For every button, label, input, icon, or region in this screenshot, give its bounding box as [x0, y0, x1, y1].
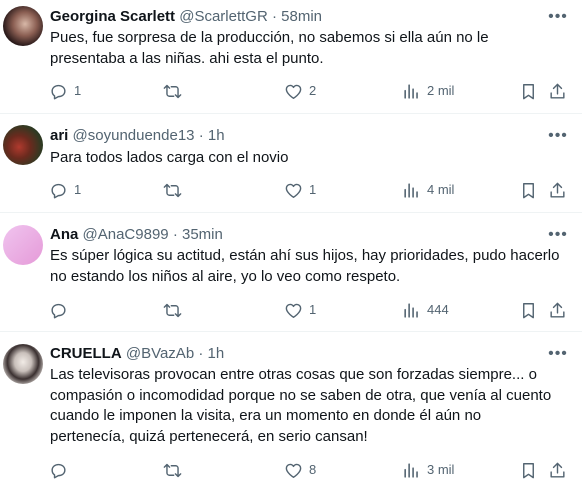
views-count: 3 mil [427, 462, 455, 477]
views-icon [404, 302, 418, 318]
share-button[interactable] [548, 299, 567, 321]
views-icon [404, 182, 418, 198]
like-button[interactable]: 8 [284, 459, 316, 481]
like-button[interactable]: 2 [284, 80, 316, 102]
views-button[interactable]: 444 [402, 299, 449, 321]
like-count: 2 [309, 83, 317, 98]
bookmark-icon [523, 83, 534, 99]
tweet[interactable]: ari @soyunduende13 · 1h ••• Para todos l… [0, 114, 582, 213]
tweet-header: ari @soyunduende13 · 1h [50, 126, 542, 146]
reply-icon [51, 84, 66, 99]
avatar[interactable] [3, 344, 43, 384]
retweet-button[interactable] [163, 299, 188, 321]
heart-icon [285, 303, 302, 318]
action-bar: 1 1 4 mil [0, 179, 582, 201]
action-bar: 1 2 2 mil [0, 80, 582, 102]
tweet[interactable]: CRUELLA @BVazAb · 1h ••• Las televisoras… [0, 332, 582, 491]
share-icon [550, 83, 565, 99]
share-button[interactable] [548, 179, 567, 201]
retweet-icon [163, 84, 182, 98]
avatar[interactable] [3, 125, 43, 165]
author-handle[interactable]: @BVazAb [126, 345, 194, 362]
share-button[interactable] [548, 459, 567, 481]
tweet-text: Es súper lógica su actitud, están ahí su… [50, 247, 560, 285]
bookmark-button[interactable] [519, 299, 538, 321]
reply-count: 1 [74, 182, 82, 197]
tweet-header: CRUELLA @BVazAb · 1h [50, 344, 542, 364]
tweet-header: Ana @AnaC9899 · 35min [50, 225, 542, 245]
views-count: 4 mil [427, 182, 455, 197]
bookmark-icon [523, 462, 534, 478]
heart-icon [285, 463, 302, 478]
tweet-header: Georgina Scarlett @ScarlettGR · 58min [50, 7, 542, 27]
separator-dot: · [198, 345, 204, 362]
views-button[interactable]: 4 mil [402, 179, 454, 201]
like-count: 1 [309, 182, 317, 197]
reply-button[interactable]: 1 [49, 179, 81, 201]
action-bar: 8 3 mil [0, 459, 582, 481]
views-button[interactable]: 3 mil [402, 459, 454, 481]
tweet-text: Pues, fue sorpresa de la producción, no … [50, 29, 489, 67]
retweet-icon [163, 183, 182, 197]
heart-icon [285, 84, 302, 99]
share-icon [550, 462, 565, 478]
retweet-button[interactable] [163, 459, 188, 481]
tweet-text: Las televisoras provocan entre otras cos… [50, 366, 552, 445]
author-handle[interactable]: @ScarlettGR [179, 8, 268, 25]
separator-dot: · [271, 8, 277, 25]
views-count: 444 [427, 302, 449, 317]
share-icon [550, 182, 565, 198]
action-bar: 1 444 [0, 299, 582, 321]
views-icon [404, 83, 418, 99]
more-icon[interactable]: ••• [548, 126, 568, 146]
avatar[interactable] [3, 225, 43, 265]
reply-icon [51, 183, 66, 198]
tweet-time[interactable]: 58min [281, 8, 322, 25]
author-name[interactable]: Georgina Scarlett [50, 8, 175, 25]
separator-dot: · [172, 226, 178, 243]
views-button[interactable]: 2 mil [402, 80, 454, 102]
author-name[interactable]: CRUELLA [50, 345, 122, 362]
bookmark-button[interactable] [519, 80, 538, 102]
views-count: 2 mil [427, 83, 455, 98]
share-icon [550, 302, 565, 318]
views-icon [404, 462, 418, 478]
tweet-time[interactable]: 35min [182, 226, 223, 243]
author-name[interactable]: Ana [50, 226, 78, 243]
reply-button[interactable] [49, 459, 74, 481]
more-icon[interactable]: ••• [548, 7, 568, 27]
bookmark-icon [523, 182, 534, 198]
reply-icon [51, 463, 66, 478]
tweet-time[interactable]: 1h [208, 345, 225, 362]
retweet-icon [163, 463, 182, 477]
tweet-text: Para todos lados carga con el novio [50, 149, 289, 166]
like-button[interactable]: 1 [284, 179, 316, 201]
retweet-button[interactable] [163, 179, 188, 201]
author-handle[interactable]: @soyunduende13 [73, 127, 195, 144]
bookmark-icon [523, 302, 534, 318]
reply-count: 1 [74, 83, 82, 98]
tweet[interactable]: Georgina Scarlett @ScarlettGR · 58min ••… [0, 0, 582, 114]
like-button[interactable]: 1 [284, 299, 316, 321]
reply-button[interactable] [49, 299, 74, 321]
bookmark-button[interactable] [519, 179, 538, 201]
reply-button[interactable]: 1 [49, 80, 81, 102]
avatar[interactable] [3, 6, 43, 46]
share-button[interactable] [548, 80, 567, 102]
like-count: 8 [309, 462, 317, 477]
author-handle[interactable]: @AnaC9899 [83, 226, 169, 243]
retweet-button[interactable] [163, 80, 188, 102]
reply-feed: Georgina Scarlett @ScarlettGR · 58min ••… [0, 0, 582, 491]
tweet-time[interactable]: 1h [208, 127, 225, 144]
separator-dot: · [198, 127, 204, 144]
tweet[interactable]: Ana @AnaC9899 · 35min ••• Es súper lógic… [0, 213, 582, 332]
reply-icon [51, 303, 66, 318]
retweet-icon [163, 303, 182, 317]
more-icon[interactable]: ••• [548, 225, 568, 245]
more-icon[interactable]: ••• [548, 344, 568, 364]
like-count: 1 [309, 302, 317, 317]
author-name[interactable]: ari [50, 127, 68, 144]
heart-icon [285, 183, 302, 198]
bookmark-button[interactable] [519, 459, 538, 481]
